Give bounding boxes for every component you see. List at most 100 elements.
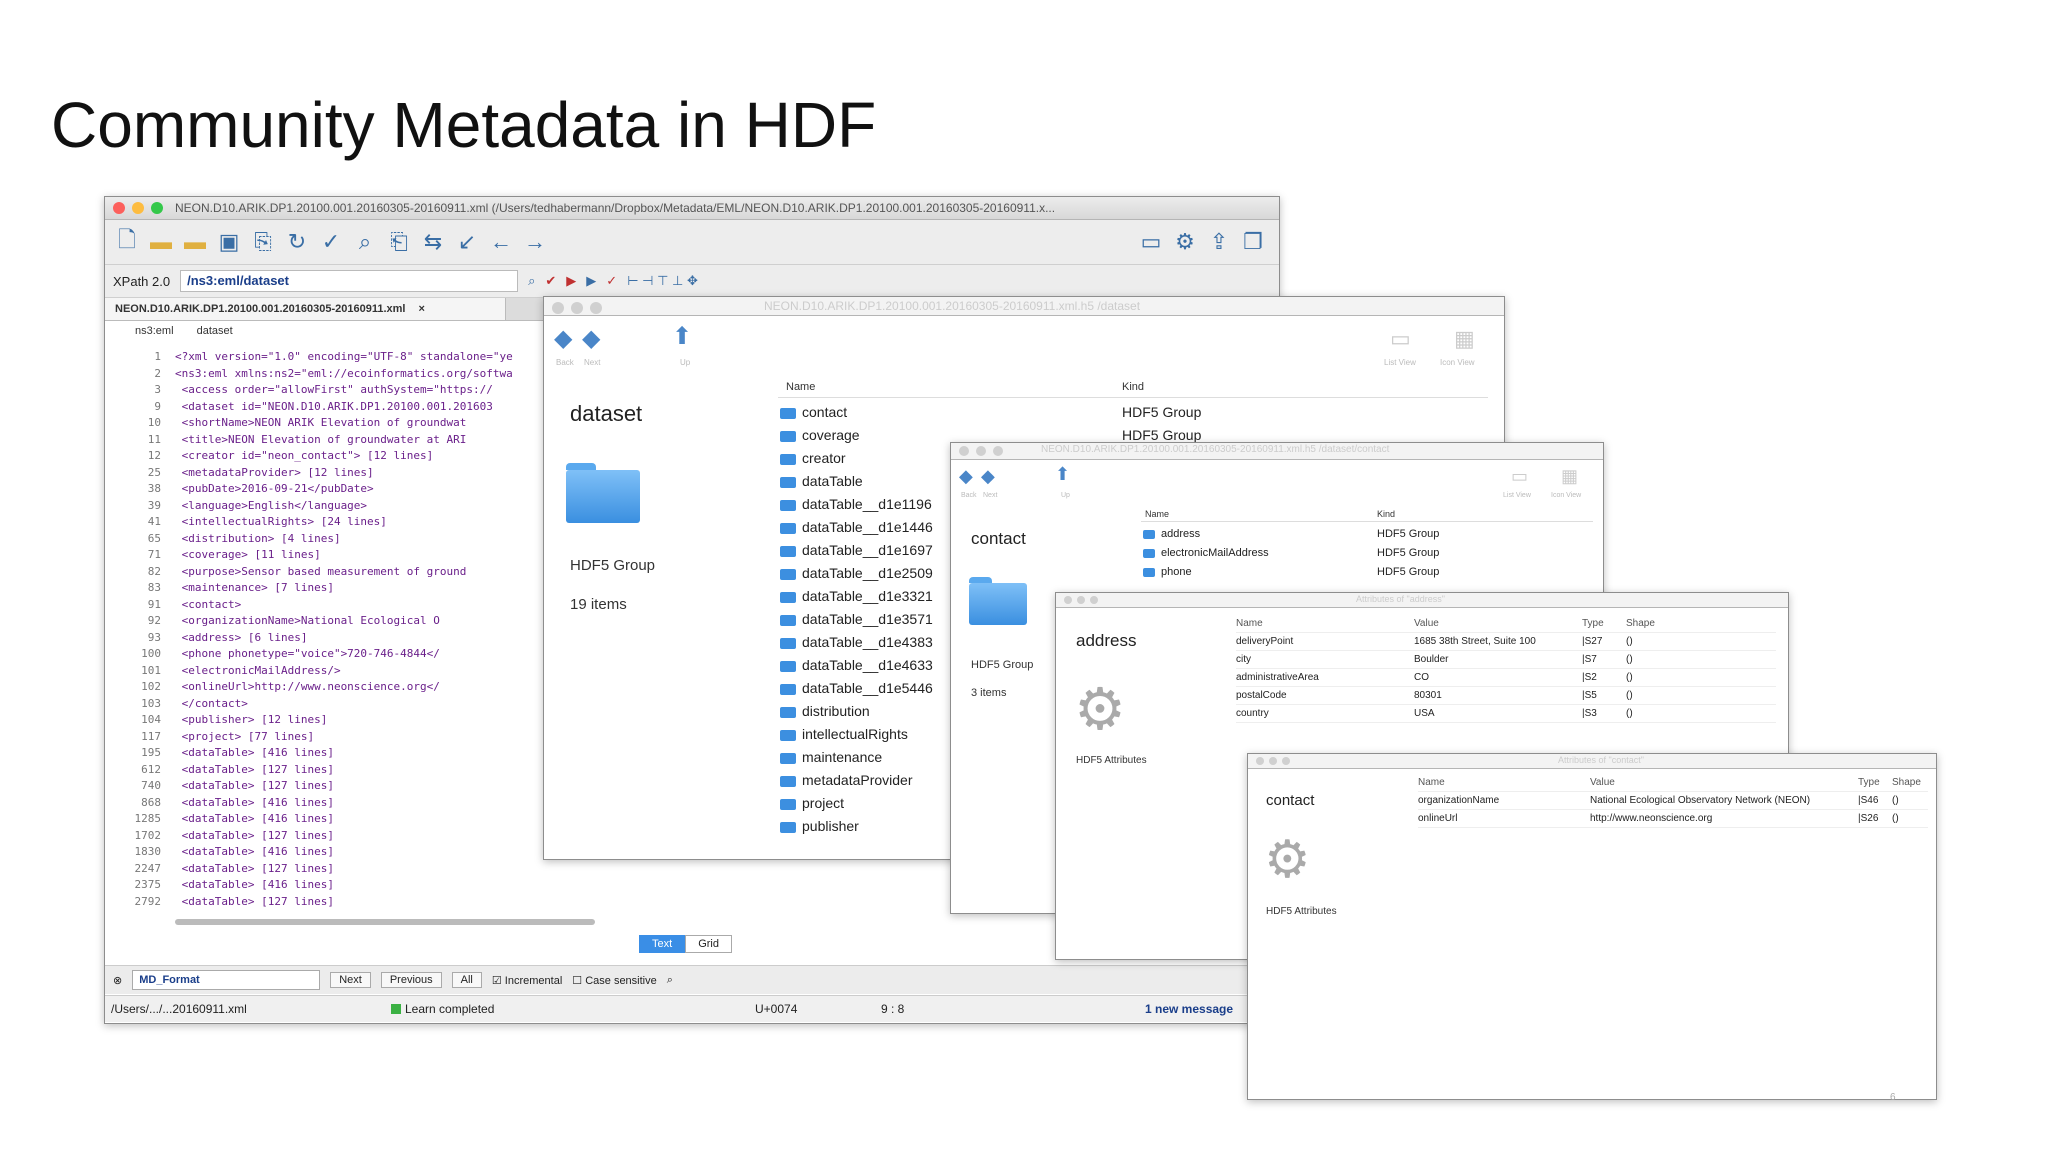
code-line[interactable]: 117 <project> [77 lines]	[105, 729, 545, 746]
code-line[interactable]: 39 <language>English</language>	[105, 498, 545, 515]
list-item[interactable]: phone HDF5 Group	[1141, 563, 1593, 582]
search-options-icon[interactable]: ⌕	[667, 974, 673, 987]
breadcrumb-item[interactable]: ns3:eml	[135, 325, 174, 337]
contact-attr-titlebar[interactable]: Attributes of "contact"	[1248, 754, 1936, 769]
breadcrumb-item[interactable]: dataset	[197, 325, 233, 337]
back-arrow-icon[interactable]: ←	[489, 229, 513, 255]
close-tab-icon[interactable]: ×	[419, 303, 425, 315]
back-arrow-icon[interactable]: ◆	[554, 324, 572, 353]
export-icon[interactable]: ⇪	[1207, 229, 1231, 255]
find-next-button[interactable]: Next	[330, 972, 371, 988]
incremental-checkbox[interactable]: ☑ Incremental	[492, 974, 562, 987]
code-line[interactable]: 868 <dataTable> [416 lines]	[105, 795, 545, 812]
column-name-header[interactable]: Name	[786, 381, 815, 393]
window-icon[interactable]: ❐	[1241, 229, 1265, 255]
contact-titlebar[interactable]: NEON.D10.ARIK.DP1.20100.001.20160305-201…	[951, 443, 1603, 460]
code-line[interactable]: 1 <?xml version="1.0" encoding="UTF-8" st…	[105, 349, 545, 366]
code-line[interactable]: 92 <organizationName>National Ecological…	[105, 613, 545, 630]
code-line[interactable]: 612 <dataTable> [127 lines]	[105, 762, 545, 779]
reload-icon[interactable]: ↻	[285, 229, 309, 255]
code-line[interactable]: 82 <purpose>Sensor based measurement of …	[105, 564, 545, 581]
transform-icon[interactable]: ⚙	[1173, 229, 1197, 255]
revert-icon[interactable]: ⎘	[251, 229, 275, 255]
list-item[interactable]: address HDF5 Group	[1141, 525, 1593, 544]
zoom-window-button[interactable]	[151, 202, 163, 214]
code-line[interactable]: 100 <phone phonetype="voice">720-746-484…	[105, 646, 545, 663]
code-line[interactable]: 104 <publisher> [12 lines]	[105, 712, 545, 729]
up-arrow-icon[interactable]: ⬆	[672, 322, 692, 351]
find-input[interactable]: MD_Format	[132, 970, 321, 990]
replace-icon[interactable]: ⇆	[421, 229, 445, 255]
code-line[interactable]: 83 <maintenance> [7 lines]	[105, 580, 545, 597]
code-line[interactable]: 25 <metadataProvider> [12 lines]	[105, 465, 545, 482]
table-row[interactable]: postalCode 80301 |S5 ()	[1236, 687, 1776, 705]
xpath-version-select[interactable]: XPath 2.0	[113, 274, 170, 289]
validate-icon[interactable]: ✔	[545, 273, 556, 289]
table-row[interactable]: city Boulder |S7 ()	[1236, 651, 1776, 669]
code-line[interactable]: 2 <ns3:eml xmlns:ns2="eml://ecoinformatic…	[105, 366, 545, 383]
code-line[interactable]: 38 <pubDate>2016-09-21</pubDate>	[105, 481, 545, 498]
code-line[interactable]: 12 <creator id="neon_contact"> [12 lines…	[105, 448, 545, 465]
code-line[interactable]: 9 <dataset id="NEON.D10.ARIK.DP1.20100.0…	[105, 399, 545, 416]
code-line[interactable]: 740 <dataTable> [127 lines]	[105, 778, 545, 795]
code-line[interactable]: 71 <coverage> [11 lines]	[105, 547, 545, 564]
find-in-files-icon[interactable]: ⎗	[387, 229, 411, 255]
find-previous-button[interactable]: Previous	[380, 972, 442, 988]
check-icon[interactable]: ✓	[606, 273, 617, 289]
search-icon[interactable]: ⌕	[353, 229, 377, 255]
column-header[interactable]: Name	[1236, 615, 1263, 632]
up-arrow-icon[interactable]: ⬆	[1055, 464, 1070, 485]
code-line[interactable]: 65 <distribution> [4 lines]	[105, 531, 545, 548]
column-kind-header[interactable]: Kind	[1122, 381, 1144, 393]
code-line[interactable]: 93 <address> [6 lines]	[105, 630, 545, 647]
forward-arrow-icon[interactable]: ◆	[981, 466, 995, 487]
code-line[interactable]: 1702 <dataTable> [127 lines]	[105, 828, 545, 845]
code-line[interactable]: 41 <intellectualRights> [24 lines]	[105, 514, 545, 531]
table-row[interactable]: organizationName National Ecological Obse…	[1418, 792, 1928, 810]
new-file-icon[interactable]: 🗋	[115, 223, 139, 261]
icon-view-icon[interactable]: ▦	[1561, 466, 1578, 487]
column-kind-header[interactable]: Kind	[1377, 509, 1395, 519]
code-line[interactable]: 102 <onlineUrl>http://www.neonscience.or…	[105, 679, 545, 696]
minimize-window-button[interactable]	[132, 202, 144, 214]
column-header[interactable]: Shape	[1892, 774, 1921, 791]
code-line[interactable]: 91 <contact>	[105, 597, 545, 614]
layout-icon[interactable]: ▭	[1139, 229, 1163, 255]
code-line[interactable]: 2792 <dataTable> [127 lines]	[105, 894, 545, 911]
spellcheck-icon[interactable]: ✓	[319, 229, 343, 255]
code-editor[interactable]: 1 <?xml version="1.0" encoding="UTF-8" st…	[105, 349, 545, 910]
code-line[interactable]: 2375 <dataTable> [416 lines]	[105, 877, 545, 894]
text-view-button[interactable]: Text	[639, 935, 686, 953]
open-folder-icon[interactable]: ▬	[149, 229, 173, 255]
code-line[interactable]: 11 <title>NEON Elevation of groundwater …	[105, 432, 545, 449]
address-titlebar[interactable]: Attributes of "address"	[1056, 593, 1788, 608]
list-view-icon[interactable]: ▭	[1511, 466, 1528, 487]
transform-run-icon[interactable]: ▶	[566, 273, 576, 289]
forward-arrow-icon[interactable]: →	[523, 229, 547, 255]
column-header[interactable]: Type	[1858, 774, 1880, 791]
close-window-button[interactable]	[113, 202, 125, 214]
code-line[interactable]: 101 <electronicMailAddress/>	[105, 663, 545, 680]
table-row[interactable]: country USA |S3 ()	[1236, 705, 1776, 723]
case-sensitive-checkbox[interactable]: ☐ Case sensitive	[572, 974, 656, 987]
code-line[interactable]: 10 <shortName>NEON ARIK Elevation of gro…	[105, 415, 545, 432]
close-find-icon[interactable]: ⊗	[113, 974, 122, 987]
list-view-icon[interactable]: ▭	[1390, 326, 1411, 352]
debug-icon[interactable]: ▶	[586, 273, 596, 289]
icon-view-icon[interactable]: ▦	[1454, 326, 1475, 352]
table-row[interactable]: deliveryPoint 1685 38th Street, Suite 100…	[1236, 633, 1776, 651]
file-tab[interactable]: NEON.D10.ARIK.DP1.20100.001.20160305-201…	[105, 298, 506, 320]
code-line[interactable]: 1830 <dataTable> [416 lines]	[105, 844, 545, 861]
table-row[interactable]: administrativeArea CO |S2 ()	[1236, 669, 1776, 687]
find-all-button[interactable]: All	[451, 972, 482, 988]
column-header[interactable]: Value	[1590, 774, 1615, 791]
code-line[interactable]: 103 </contact>	[105, 696, 545, 713]
code-line[interactable]: 1285 <dataTable> [416 lines]	[105, 811, 545, 828]
tree-icon[interactable]: ⊢ ⊣ ⊤ ⊥ ✥	[627, 273, 698, 289]
table-row[interactable]: onlineUrl http://www.neonscience.org |S26 (…	[1418, 810, 1928, 828]
code-line[interactable]: 3 <access order="allowFirst" authSystem=…	[105, 382, 545, 399]
grid-view-button[interactable]: Grid	[685, 935, 732, 953]
save-icon[interactable]: ▣	[217, 229, 241, 255]
status-messages[interactable]: 1 new message	[1145, 1002, 1233, 1016]
list-item[interactable]: contact HDF5 Group	[778, 401, 1488, 424]
